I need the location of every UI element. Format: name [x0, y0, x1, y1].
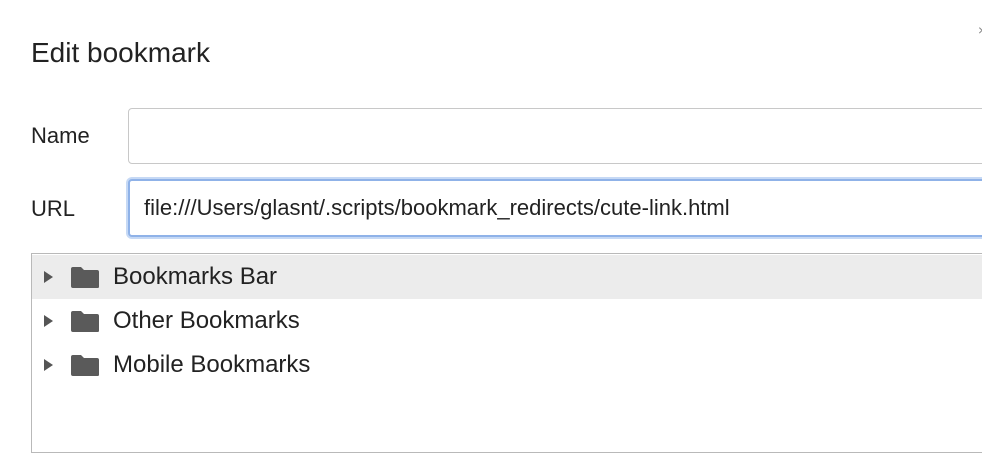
- edit-bookmark-dialog: Edit bookmark × Name URL Bookmarks Bar O…: [0, 0, 982, 453]
- url-input[interactable]: [128, 179, 982, 237]
- folder-row-bookmarks-bar[interactable]: Bookmarks Bar: [32, 255, 982, 299]
- expand-arrow-icon[interactable]: [44, 359, 53, 371]
- expand-arrow-icon[interactable]: [44, 315, 53, 327]
- folder-tree[interactable]: Bookmarks Bar Other Bookmarks Mobile Boo…: [31, 253, 982, 453]
- folder-label: Bookmarks Bar: [113, 263, 278, 290]
- name-input[interactable]: [128, 108, 982, 164]
- folder-icon: [71, 355, 99, 376]
- folder-label: Mobile Bookmarks: [113, 351, 311, 378]
- folder-icon: [71, 267, 99, 288]
- folder-icon: [71, 311, 99, 332]
- folder-label: Other Bookmarks: [113, 307, 300, 334]
- close-icon[interactable]: ×: [978, 22, 982, 38]
- folder-row-mobile-bookmarks[interactable]: Mobile Bookmarks: [32, 343, 982, 387]
- expand-arrow-icon[interactable]: [44, 271, 53, 283]
- folder-row-other-bookmarks[interactable]: Other Bookmarks: [32, 299, 982, 343]
- dialog-title: Edit bookmark: [31, 37, 210, 68]
- url-label: URL: [31, 196, 76, 221]
- name-label: Name: [31, 123, 90, 148]
